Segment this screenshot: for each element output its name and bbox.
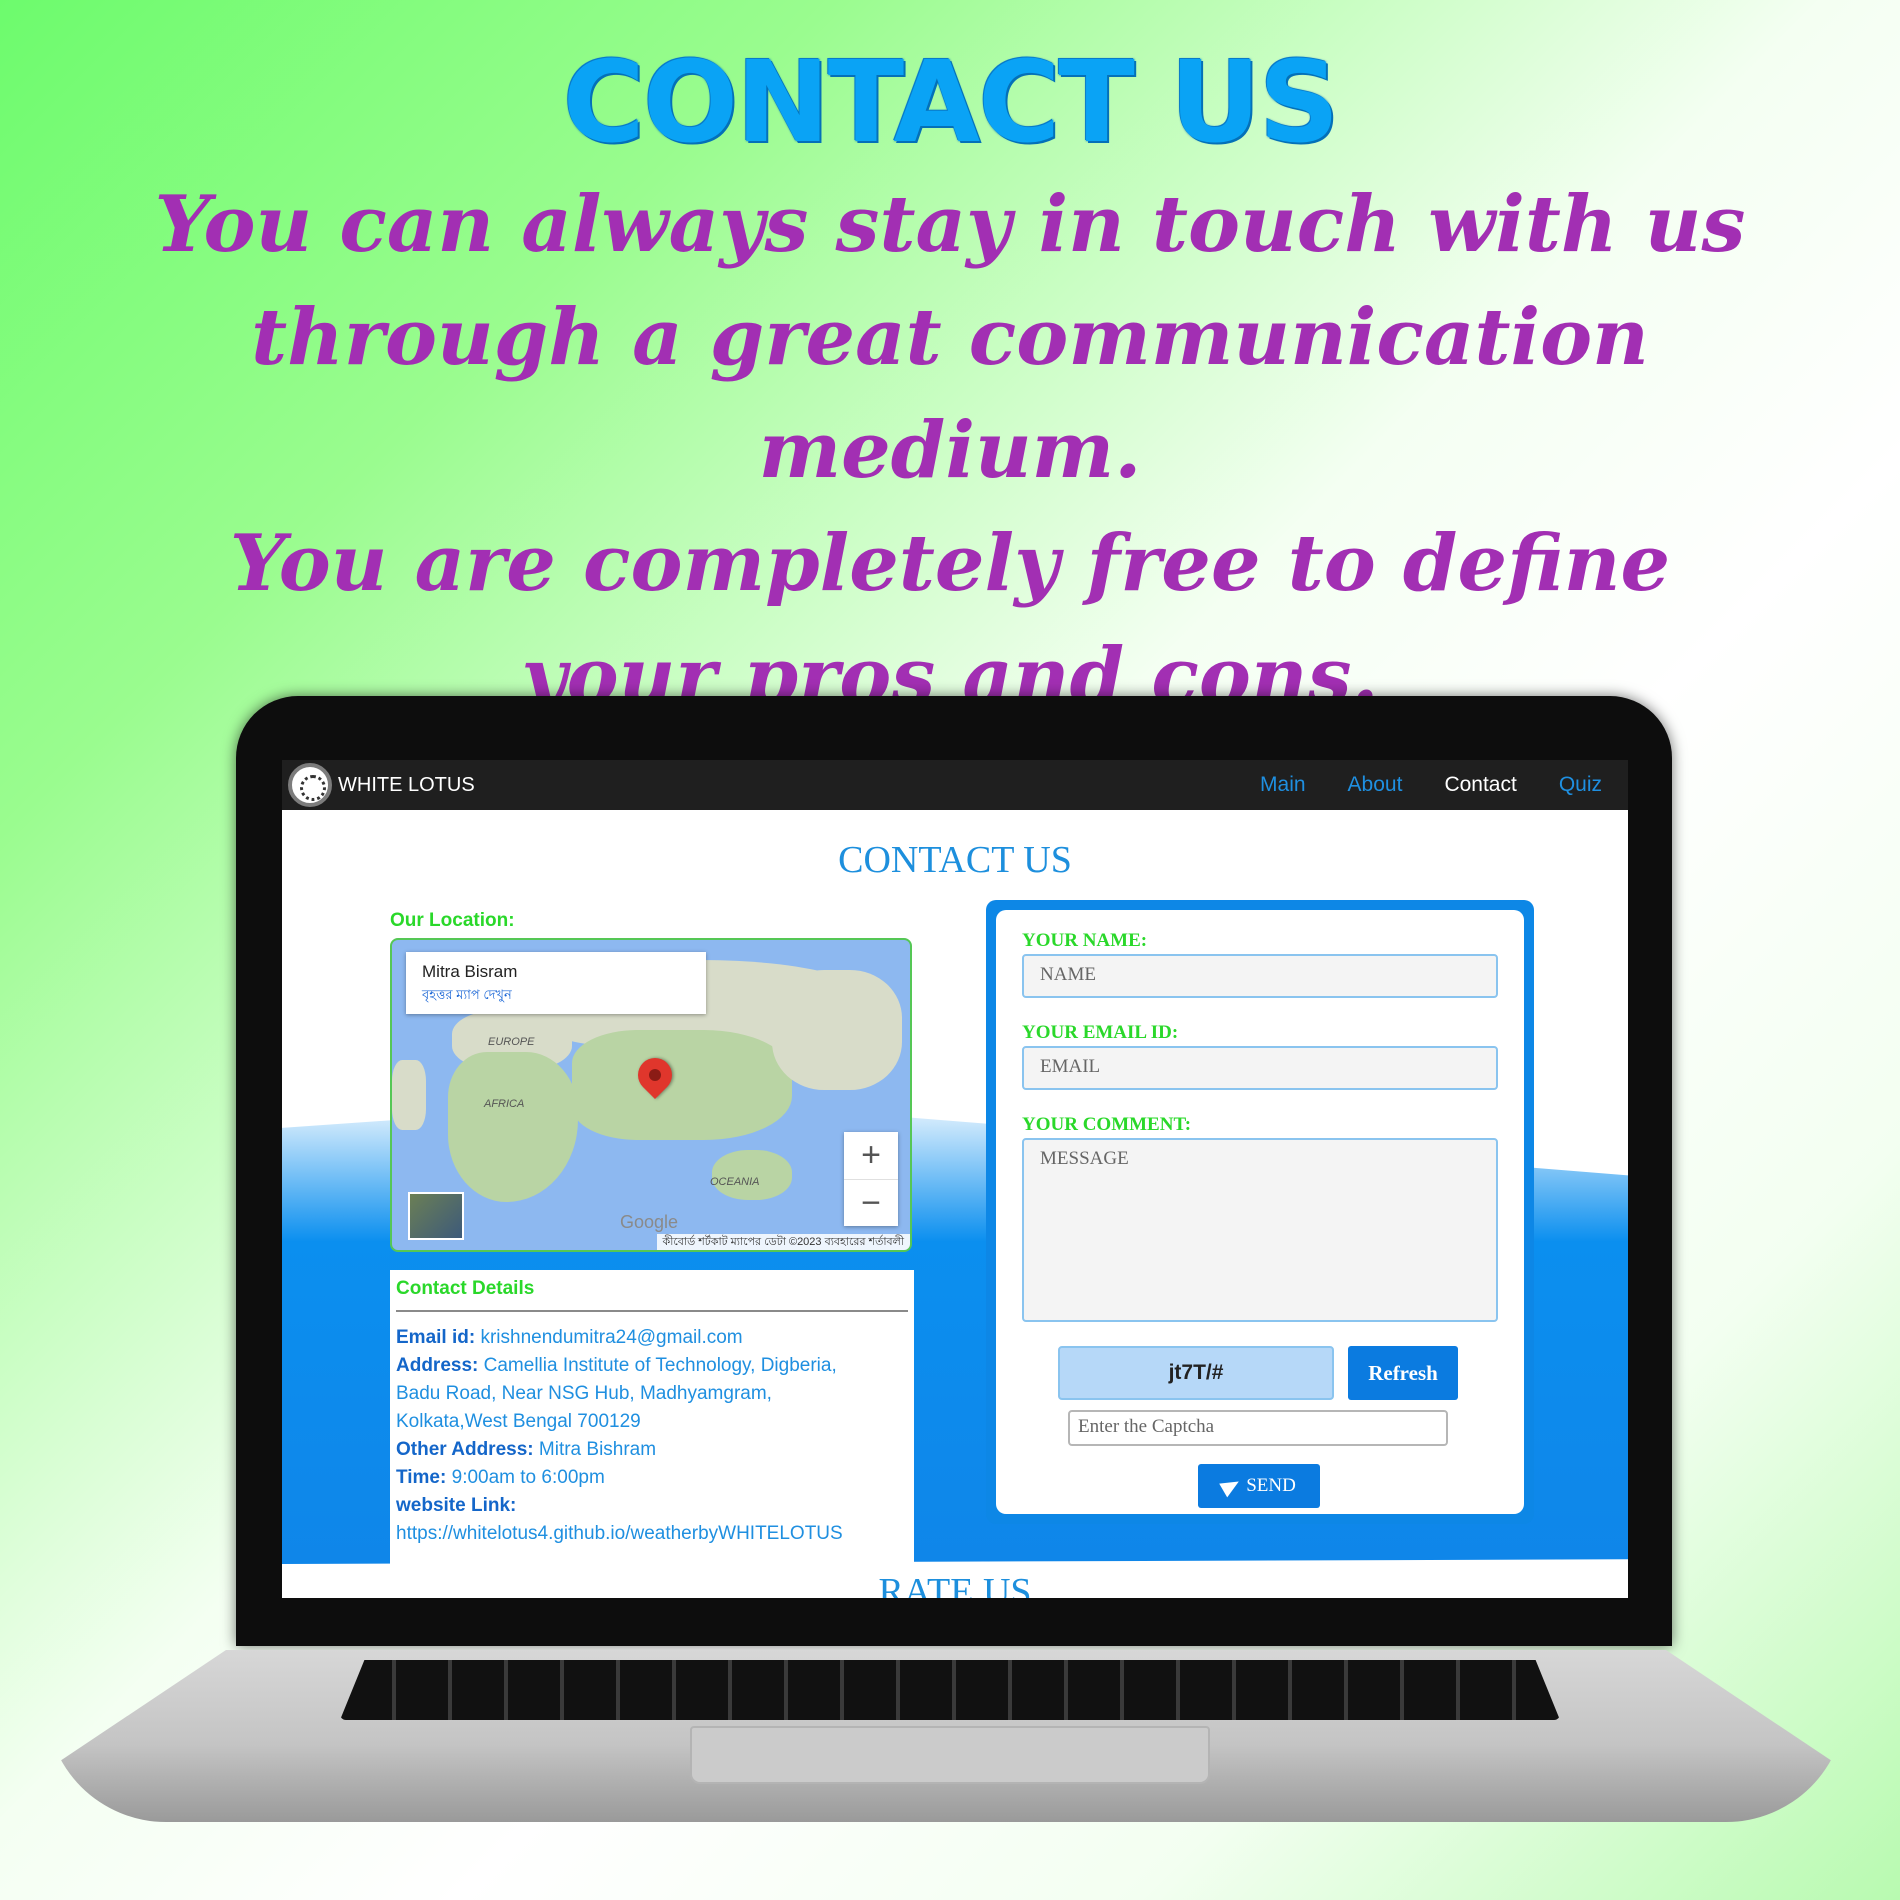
comment-label: YOUR COMMENT:: [1022, 1114, 1192, 1135]
contact-form-frame: YOUR NAME: NAME YOUR EMAIL ID: EMAIL YOU…: [986, 900, 1534, 1524]
captcha-input[interactable]: Enter the Captcha: [1068, 1410, 1448, 1446]
paper-plane-icon: [1219, 1474, 1243, 1498]
zoom-out-button[interactable]: −: [844, 1179, 898, 1226]
time-value: 9:00am to 6:00pm: [451, 1467, 605, 1488]
address-line: Badu Road, Near NSG Hub, Madhyamgram,: [396, 1383, 772, 1404]
map-landmass: [392, 1060, 426, 1130]
nav-link-main[interactable]: Main: [1260, 773, 1306, 797]
other-address-label: Other Address:: [396, 1439, 534, 1460]
map-landmass: [448, 1052, 578, 1202]
website-label: website Link:: [396, 1495, 517, 1516]
satellite-layer-toggle[interactable]: [408, 1192, 464, 1240]
brand[interactable]: WHITE LOTUS: [288, 763, 475, 807]
map-landmass: [772, 970, 902, 1090]
tagline-line: You can always stay in touch with us: [154, 179, 1746, 270]
send-button[interactable]: SEND: [1198, 1464, 1320, 1508]
poster-title: CONTACT US: [562, 38, 1340, 168]
google-logo: Google: [620, 1212, 679, 1232]
contact-details-body: Email id: krishnendumitra24@gmail.com Ad…: [396, 1324, 908, 1548]
browser-screen: WHITE LOTUS Main About Contact Quiz CONT…: [282, 760, 1628, 1598]
tagline-line: through a great communication medium.: [251, 292, 1649, 496]
location-label: Our Location:: [390, 910, 515, 931]
other-address-value: Mitra Bishram: [538, 1439, 657, 1460]
map-footer[interactable]: কীবোর্ড শর্টকাট ম্যাপের ডেটা ©2023 ব্যবহ…: [656, 1234, 910, 1250]
captcha-display: jt7T/#: [1058, 1346, 1334, 1400]
contact-form: YOUR NAME: NAME YOUR EMAIL ID: EMAIL YOU…: [996, 910, 1524, 1514]
laptop-keyboard: [340, 1660, 1560, 1720]
map-place-name: Mitra Bisram: [422, 962, 518, 981]
lotus-logo-icon: [288, 763, 332, 807]
map-region-label: AFRICA: [484, 1098, 525, 1110]
email-label: YOUR EMAIL ID:: [1022, 1022, 1179, 1043]
name-input[interactable]: NAME: [1022, 954, 1498, 998]
map-region-label: EUROPE: [488, 1036, 535, 1048]
poster-tagline: You can always stay in touch with us thr…: [150, 168, 1750, 733]
nav-links: Main About Contact Quiz: [1218, 760, 1602, 810]
tagline-line: You are completely free to define: [229, 518, 1671, 609]
nav-link-about[interactable]: About: [1348, 773, 1403, 797]
zoom-control: + −: [844, 1132, 898, 1226]
nav-link-contact[interactable]: Contact: [1444, 773, 1516, 797]
map-landmass: [712, 1150, 792, 1200]
zoom-in-button[interactable]: +: [844, 1132, 898, 1179]
time-label: Time:: [396, 1467, 447, 1488]
brand-name: WHITE LOTUS: [338, 773, 475, 796]
contact-details-heading: Contact Details: [396, 1278, 908, 1312]
contact-details-card: Contact Details Email id: krishnendumitr…: [390, 1270, 914, 1564]
larger-map-link[interactable]: বৃহত্তর ম্যাপ দেখুন: [422, 986, 690, 1007]
address-line: Camellia Institute of Technology, Digber…: [483, 1355, 837, 1376]
embedded-map[interactable]: EUROPE AFRICA OCEANIA Mitra Bisram বৃহত্…: [390, 938, 912, 1252]
map-landmass: [572, 1030, 792, 1140]
email-input[interactable]: EMAIL: [1022, 1046, 1498, 1090]
captcha-refresh-button[interactable]: Refresh: [1348, 1346, 1458, 1400]
map-region-label: OCEANIA: [710, 1176, 760, 1188]
send-label: SEND: [1246, 1475, 1296, 1496]
address-label: Address:: [396, 1355, 479, 1376]
navbar: WHITE LOTUS Main About Contact Quiz: [282, 760, 1628, 810]
laptop-trackpad: [690, 1726, 1210, 1784]
comment-textarea[interactable]: MESSAGE: [1022, 1138, 1498, 1322]
email-value[interactable]: krishnendumitra24@gmail.com: [480, 1327, 742, 1348]
nav-link-quiz[interactable]: Quiz: [1559, 773, 1602, 797]
address-line: Kolkata,West Bengal 700129: [396, 1411, 641, 1432]
map-place-card: Mitra Bisram বৃহত্তর ম্যাপ দেখুন: [406, 952, 706, 1014]
page-heading: CONTACT US: [838, 839, 1072, 881]
website-link[interactable]: https://whitelotus4.github.io/weatherbyW…: [396, 1520, 908, 1548]
rate-us-heading: RATE US: [878, 1571, 1032, 1598]
name-label: YOUR NAME:: [1022, 930, 1148, 951]
email-label: Email id:: [396, 1327, 476, 1348]
